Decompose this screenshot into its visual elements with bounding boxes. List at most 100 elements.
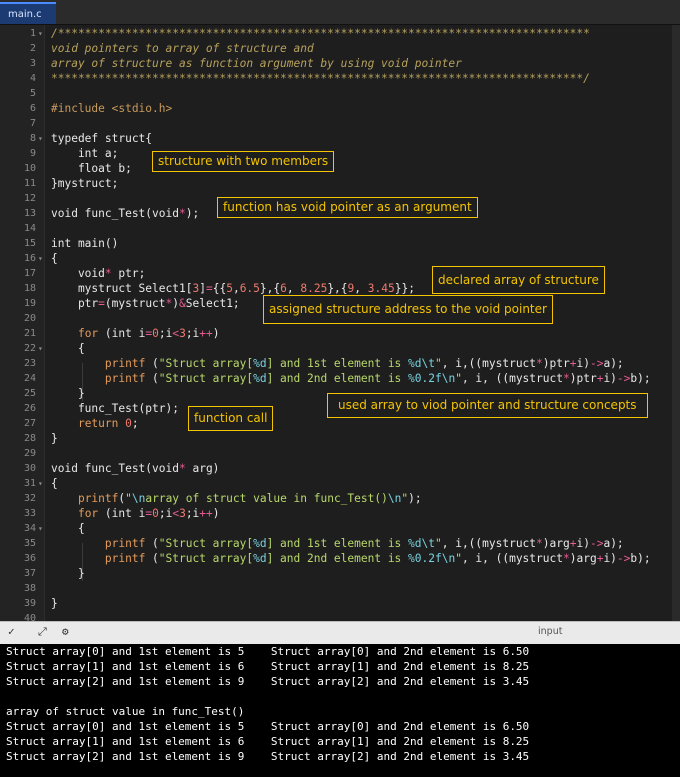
code-line[interactable]: }mystruct;	[51, 176, 677, 191]
line-number: 32	[23, 493, 36, 504]
line-number: 10	[23, 163, 36, 174]
code-line[interactable]: for (int i=0;i<3;i++)	[51, 506, 677, 521]
code-line[interactable]: int main()	[51, 236, 677, 251]
line-number: 5	[29, 88, 36, 99]
tab-bar: main.c	[0, 0, 680, 25]
code-line[interactable]	[51, 86, 677, 101]
code-line[interactable]	[51, 581, 677, 596]
code-line[interactable]: {	[51, 521, 677, 536]
code-line[interactable]: float b;	[51, 161, 677, 176]
line-number-gutter: 1 ▾ 2 3 4 5 6 7 8 ▾ 9 10 11 12 13 14 15 16 ▾ 17 18 19 20 21 22 ▾ 2…	[0, 25, 45, 621]
line-number: 1	[29, 28, 36, 39]
code-line[interactable]: printf ("Struct array[%d] and 1st elemen…	[51, 356, 677, 371]
code-line[interactable]: mystruct Select1[3]={{5,6.5},{6, 8.25},{…	[51, 281, 677, 296]
expand-icon[interactable]: ⤢	[38, 625, 47, 639]
fold-toggle-icon[interactable]: ▾	[38, 341, 43, 356]
code-line[interactable]	[51, 311, 677, 326]
line-number: 16	[23, 253, 36, 264]
line-number: 18	[23, 283, 36, 294]
code-line[interactable]: printf("\narray of struct value in func_…	[51, 491, 677, 506]
settings-icon[interactable]: ⚙	[62, 625, 69, 638]
code-line[interactable]: ptr=(mystruct*)&Select1;	[51, 296, 677, 311]
line-number: 34	[23, 523, 36, 534]
console-line: Struct array[0] and 1st element is 5 Str…	[6, 645, 530, 658]
line-number: 40	[23, 613, 36, 621]
editor-scrollbar[interactable]	[672, 25, 680, 621]
code-line[interactable]: {	[51, 251, 677, 266]
line-number: 11	[23, 178, 36, 189]
tab-main-c[interactable]: main.c	[0, 2, 56, 24]
code-line[interactable]: int a;	[51, 146, 677, 161]
code-editor[interactable]: 1 ▾ 2 3 4 5 6 7 8 ▾ 9 10 11 12 13 14 15 16 ▾ 17 18 19 20 21 22 ▾ 2…	[0, 25, 680, 621]
line-number: 7	[29, 118, 36, 129]
line-number: 25	[23, 388, 36, 399]
line-number: 13	[23, 208, 36, 219]
code-line[interactable]	[51, 116, 677, 131]
line-number: 20	[23, 313, 36, 324]
code-line[interactable]: array of structure as function argument …	[51, 56, 677, 71]
chevron-down-icon[interactable]: ✓	[8, 625, 15, 638]
line-number: 30	[23, 463, 36, 474]
line-number: 37	[23, 568, 36, 579]
fold-toggle-icon[interactable]: ▾	[38, 131, 43, 146]
line-number: 35	[23, 538, 36, 549]
line-number: 3	[29, 58, 36, 69]
line-number: 24	[23, 373, 36, 384]
line-number: 14	[23, 223, 36, 234]
code-line[interactable]: {	[51, 476, 677, 491]
code-line[interactable]	[51, 611, 677, 621]
code-line[interactable]: return 0;	[51, 416, 677, 431]
console-output: Struct array[0] and 1st element is 5 Str…	[0, 644, 680, 777]
code-line[interactable]: void func_Test(void* arg)	[51, 461, 677, 476]
line-number: 33	[23, 508, 36, 519]
code-line[interactable]: }	[51, 596, 677, 611]
line-number: 28	[23, 433, 36, 444]
code-line[interactable]	[51, 446, 677, 461]
code-line[interactable]: printf ("Struct array[%d] and 1st elemen…	[51, 536, 677, 551]
line-number: 21	[23, 328, 36, 339]
code-line[interactable]: ****************************************…	[51, 71, 677, 86]
line-number: 31	[23, 478, 36, 489]
line-number: 27	[23, 418, 36, 429]
console-line: Struct array[0] and 1st element is 5 Str…	[6, 720, 530, 733]
io-toolbar: ✓ ⤢ ⚙ input	[0, 621, 680, 645]
line-number: 6	[29, 103, 36, 114]
line-number: 23	[23, 358, 36, 369]
code-line[interactable]: #include <stdio.h>	[51, 101, 677, 116]
code-line[interactable]: {	[51, 341, 677, 356]
code-line[interactable]: void* ptr;	[51, 266, 677, 281]
code-line[interactable]: }	[51, 431, 677, 446]
code-line[interactable]: void pointers to array of structure and	[51, 41, 677, 56]
line-number: 2	[29, 43, 36, 54]
code-line[interactable]: typedef struct{	[51, 131, 677, 146]
line-number: 4	[29, 73, 36, 84]
fold-toggle-icon[interactable]: ▾	[38, 251, 43, 266]
line-number: 22	[23, 343, 36, 354]
line-number: 15	[23, 238, 36, 249]
line-number: 19	[23, 298, 36, 309]
console-line: Struct array[2] and 1st element is 9 Str…	[6, 675, 530, 688]
input-label[interactable]: input	[538, 626, 562, 637]
code-line[interactable]: printf ("Struct array[%d] and 2nd elemen…	[51, 551, 677, 566]
code-line[interactable]: printf ("Struct array[%d] and 2nd elemen…	[51, 371, 677, 386]
code-line[interactable]: /***************************************…	[51, 26, 677, 41]
console-line: Struct array[1] and 1st element is 6 Str…	[6, 735, 530, 748]
line-number: 36	[23, 553, 36, 564]
code-line[interactable]: for (int i=0;i<3;i++)	[51, 326, 677, 341]
code-line[interactable]	[51, 221, 677, 236]
line-number: 8	[29, 133, 36, 144]
code-line[interactable]: func_Test(ptr);	[51, 401, 677, 416]
line-number: 17	[23, 268, 36, 279]
code-line[interactable]: }	[51, 566, 677, 581]
fold-toggle-icon[interactable]: ▾	[38, 26, 43, 41]
line-number: 39	[23, 598, 36, 609]
fold-toggle-icon[interactable]: ▾	[38, 476, 43, 491]
code-line[interactable]	[51, 191, 677, 206]
line-number: 9	[29, 148, 36, 159]
line-number: 38	[23, 583, 36, 594]
code-line[interactable]: }	[51, 386, 677, 401]
console-line: Struct array[1] and 1st element is 6 Str…	[6, 660, 530, 673]
fold-toggle-icon[interactable]: ▾	[38, 521, 43, 536]
code-line[interactable]: void func_Test(void*);	[51, 206, 677, 221]
console-line: array of struct value in func_Test()	[6, 705, 245, 718]
